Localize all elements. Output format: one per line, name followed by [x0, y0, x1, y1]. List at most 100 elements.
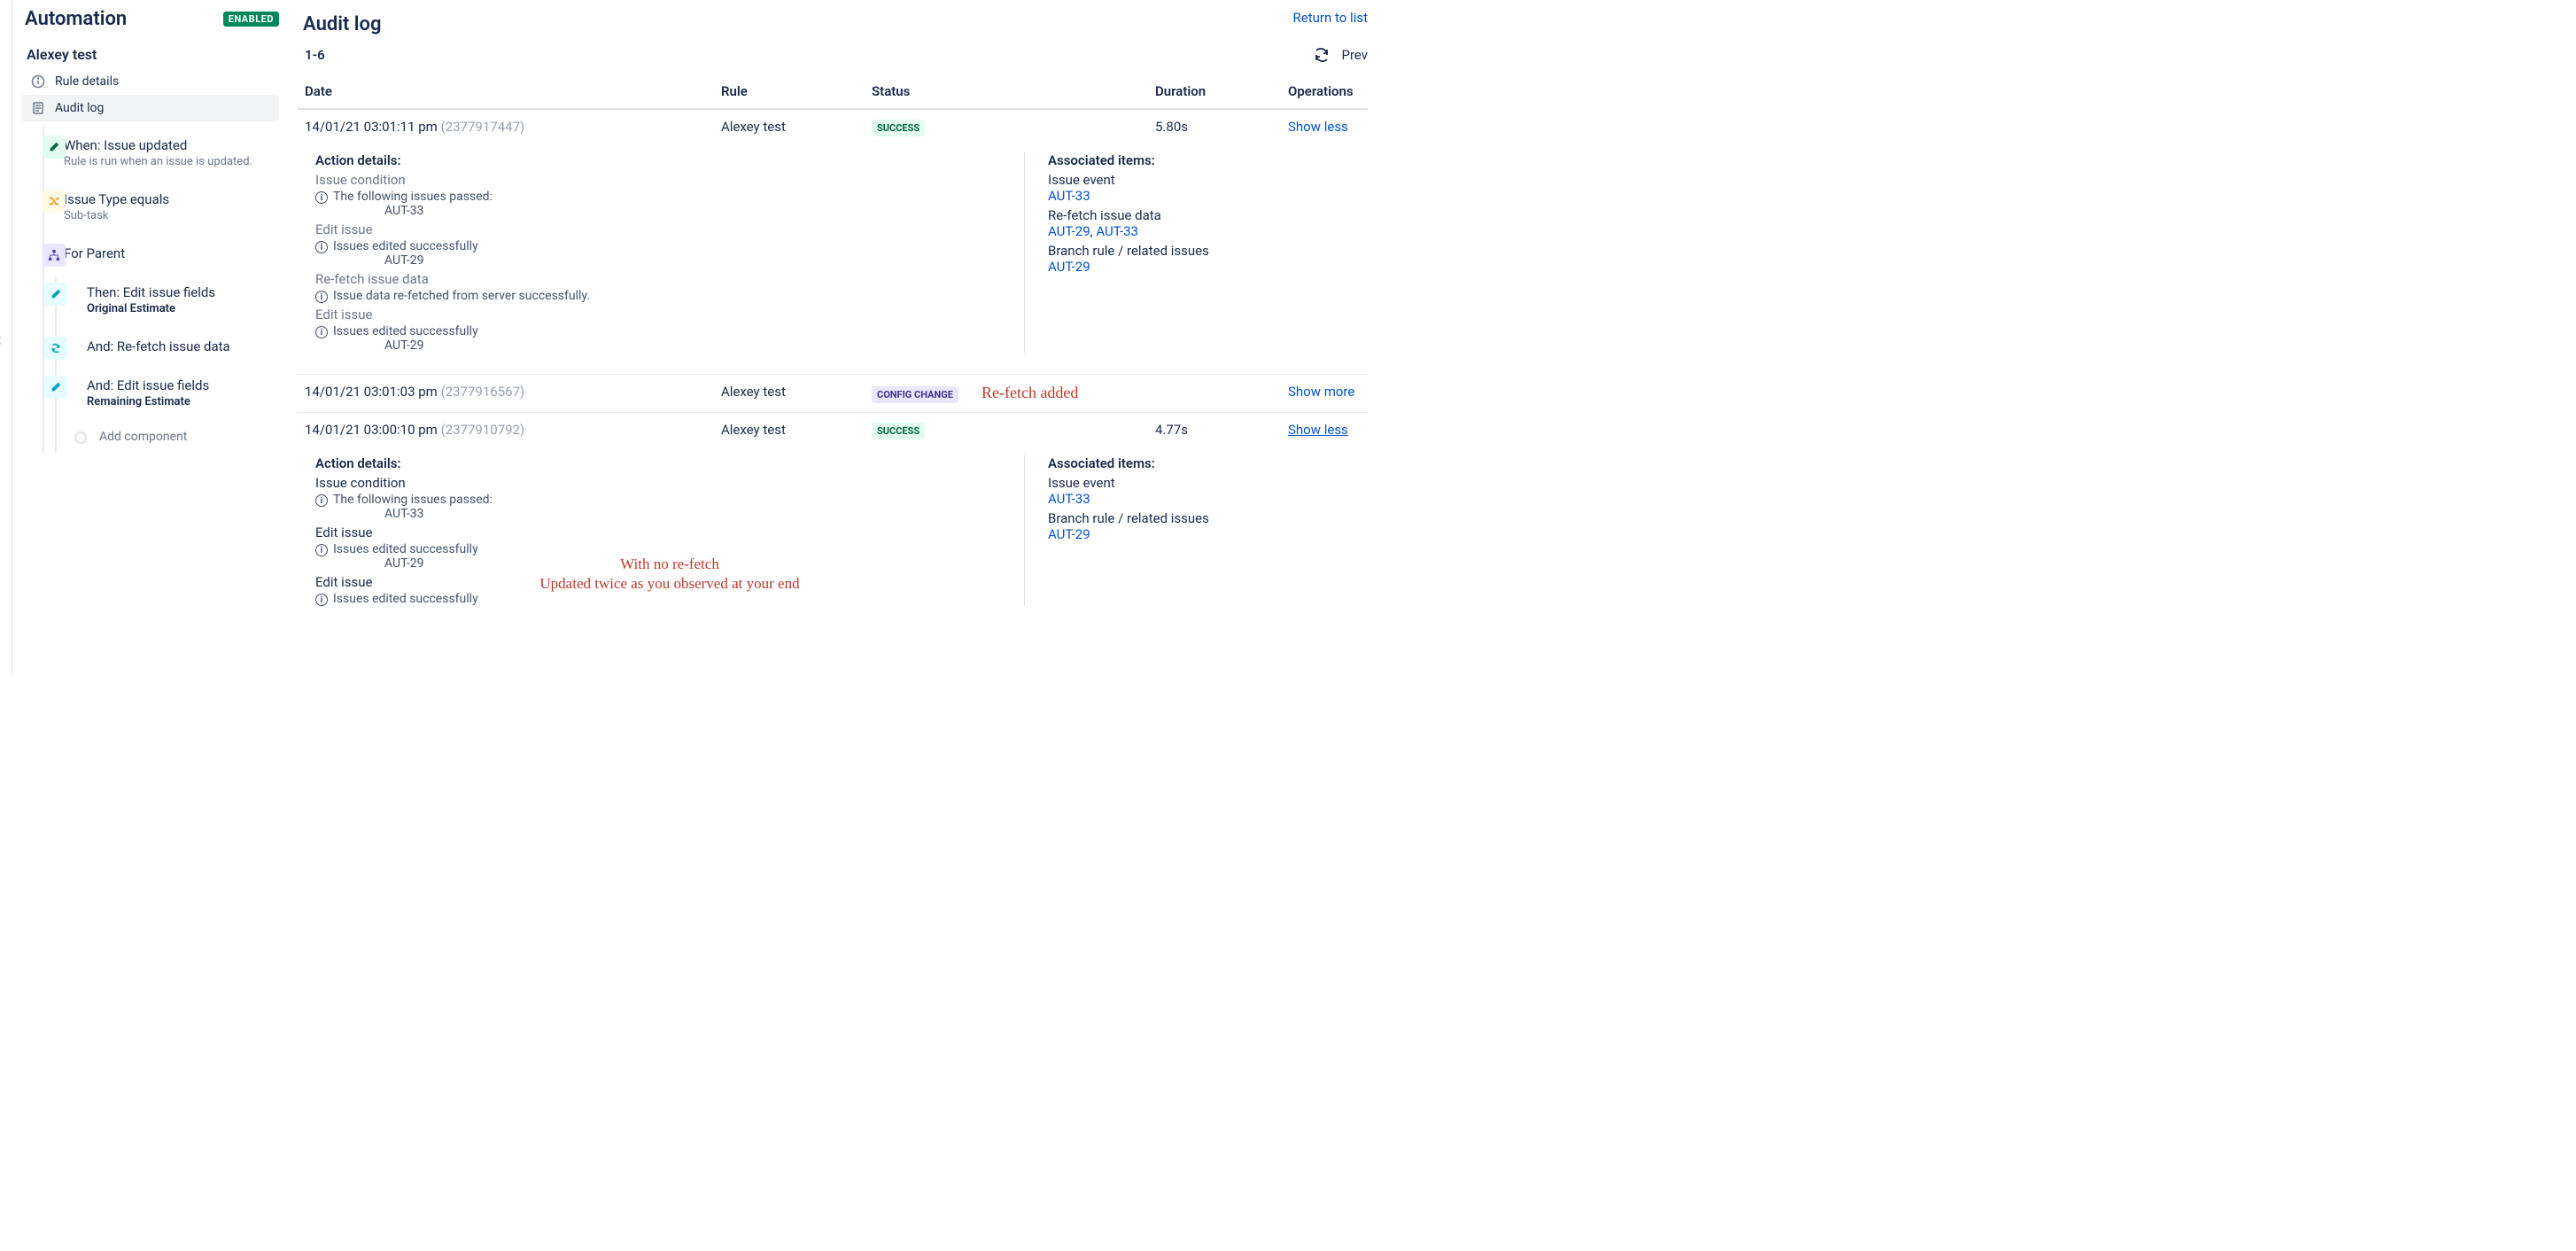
table-row: 14/01/21 03:00:10 pm (2377910792) Alexey…: [298, 413, 1368, 449]
rule-step-then-edit[interactable]: Then: Edit issue fields Original Estimat…: [60, 277, 279, 331]
audit-log-table: Date Rule Status Duration Operations 14/…: [298, 74, 1368, 627]
step-title: And: Edit issue fields: [87, 377, 279, 393]
cell-id: (2377916567): [441, 384, 525, 400]
status-pill: SUCCESS: [872, 120, 925, 136]
log-icon: [30, 101, 46, 115]
cell-duration: 5.80s: [1155, 119, 1188, 135]
issue-link[interactable]: AUT-33: [1048, 188, 1090, 204]
info-icon: i: [315, 326, 328, 338]
rule-step-if[interactable]: Issue Type equals Sub-task: [34, 184, 279, 238]
col-duration: Duration: [1148, 74, 1281, 109]
cell-date: 14/01/21 03:00:10 pm: [305, 422, 438, 438]
info-icon: i: [315, 191, 328, 204]
issue-link[interactable]: AUT-29: [1048, 223, 1090, 239]
info-icon: i: [315, 241, 328, 253]
assoc-section: Issue event: [1048, 475, 1361, 491]
step-subtitle: Remaining Estimate: [87, 395, 279, 408]
table-row-detail: Action details: Issue condition i The fol…: [298, 448, 1368, 627]
toggle-details-link[interactable]: Show less: [1288, 422, 1348, 438]
detail-text: Issues edited successfully: [333, 542, 478, 556]
toggle-details-link[interactable]: Show more: [1288, 384, 1354, 400]
cell-rule: Alexey test: [721, 119, 786, 135]
detail-text: The following issues passed:: [333, 493, 493, 507]
annotation-text: Re-fetch added: [982, 384, 1078, 401]
detail-section: Edit issue: [315, 221, 997, 237]
tree-icon: [43, 244, 66, 267]
status-pill: SUCCESS: [872, 423, 925, 439]
detail-text: Issues edited successfully: [333, 592, 478, 606]
col-date: Date: [298, 74, 714, 109]
step-title: And: Re-fetch issue data: [87, 338, 279, 354]
cell-rule: Alexey test: [721, 422, 786, 438]
assoc-section: Branch rule / related issues: [1048, 510, 1361, 526]
assoc-section: Re-fetch issue data: [1048, 207, 1361, 223]
issue-link[interactable]: AUT-29: [1048, 259, 1090, 275]
pagination-range: 1-6: [305, 47, 325, 63]
info-icon: i: [315, 291, 328, 303]
step-subtitle: Sub-task: [64, 209, 279, 222]
pencil-icon: [43, 136, 66, 159]
sidebar-item-rule-details[interactable]: Rule details: [21, 68, 279, 95]
pencil-icon: [44, 283, 67, 306]
issue-link[interactable]: AUT-33: [1048, 491, 1090, 507]
step-title: Issue Type equals: [64, 191, 279, 207]
detail-text: The following issues passed:: [333, 190, 493, 204]
col-status: Status: [865, 74, 1148, 109]
status-badge: ENABLED: [223, 12, 279, 27]
sidebar: Automation ENABLED Alexey test Rule deta…: [12, 1, 289, 673]
detail-section: Issue condition: [315, 475, 997, 491]
detail-text: Issue data re-fetched from server succes…: [333, 289, 590, 303]
sidebar-item-label: Rule details: [55, 74, 119, 89]
step-subtitle: Rule is run when an issue is updated.: [64, 155, 279, 168]
action-details-heading: Action details:: [315, 455, 997, 471]
prev-link[interactable]: Prev: [1341, 47, 1368, 63]
rule-step-for-parent[interactable]: For Parent: [34, 238, 279, 277]
step-subtitle: Original Estimate: [87, 302, 279, 315]
rule-step-and-edit[interactable]: And: Edit issue fields Remaining Estimat…: [60, 370, 279, 424]
issue-link[interactable]: AUT-29: [1048, 526, 1090, 542]
rule-step-and-refetch[interactable]: And: Re-fetch issue data: [60, 331, 279, 370]
cell-id: (2377910792): [441, 422, 525, 438]
info-icon: i: [315, 494, 328, 507]
sidebar-item-audit-log[interactable]: Audit log: [21, 95, 279, 121]
detail-item: AUT-29: [315, 253, 997, 268]
rule-name: Alexey test: [21, 39, 279, 68]
step-title: Then: Edit issue fields: [87, 284, 279, 300]
detail-text: Issues edited successfully: [333, 324, 478, 338]
cell-rule: Alexey test: [721, 384, 786, 400]
associated-items-heading: Associated items:: [1048, 455, 1361, 471]
return-to-list-link[interactable]: Return to list: [1293, 8, 1368, 26]
chevron-left-icon: ‹: [0, 329, 1, 351]
detail-item: AUT-33: [315, 204, 997, 218]
col-operations: Operations: [1281, 74, 1368, 109]
collapse-rail[interactable]: ‹: [0, 1, 12, 673]
detail-section: Edit issue: [315, 307, 997, 322]
assoc-section: Branch rule / related issues: [1048, 243, 1361, 259]
rule-step-when[interactable]: When: Issue updated Rule is run when an …: [34, 130, 279, 184]
step-title: When: Issue updated: [64, 137, 279, 153]
detail-section: Issue condition: [315, 172, 997, 188]
annotation-text: With no re-fetch: [519, 555, 820, 574]
annotation-text: Updated twice as you observed at your en…: [519, 574, 820, 594]
add-component-label: Add component: [99, 430, 187, 444]
info-icon: i: [315, 594, 328, 606]
detail-text: Issues edited successfully: [333, 239, 478, 253]
assoc-section: Issue event: [1048, 172, 1361, 188]
issue-link[interactable]: AUT-33: [1096, 223, 1138, 239]
info-icon: [30, 74, 46, 89]
col-rule: Rule: [714, 74, 865, 109]
toggle-details-link[interactable]: Show less: [1288, 119, 1348, 135]
associated-items-heading: Associated items:: [1048, 152, 1361, 168]
sidebar-item-label: Audit log: [55, 101, 104, 115]
cell-duration: 4.77s: [1155, 422, 1188, 438]
cell-date: 14/01/21 03:01:11 pm: [305, 119, 438, 135]
detail-item: AUT-33: [315, 507, 997, 521]
refresh-icon[interactable]: [1313, 46, 1331, 64]
cell-date: 14/01/21 03:01:03 pm: [305, 384, 438, 400]
status-pill: CONFIG CHANGE: [872, 386, 958, 403]
detail-section: Edit issue: [315, 524, 997, 540]
sidebar-title: Automation: [25, 8, 127, 30]
add-component[interactable]: Add component: [60, 424, 279, 453]
page-title: Audit log: [298, 8, 381, 39]
pencil-icon: [44, 376, 67, 399]
